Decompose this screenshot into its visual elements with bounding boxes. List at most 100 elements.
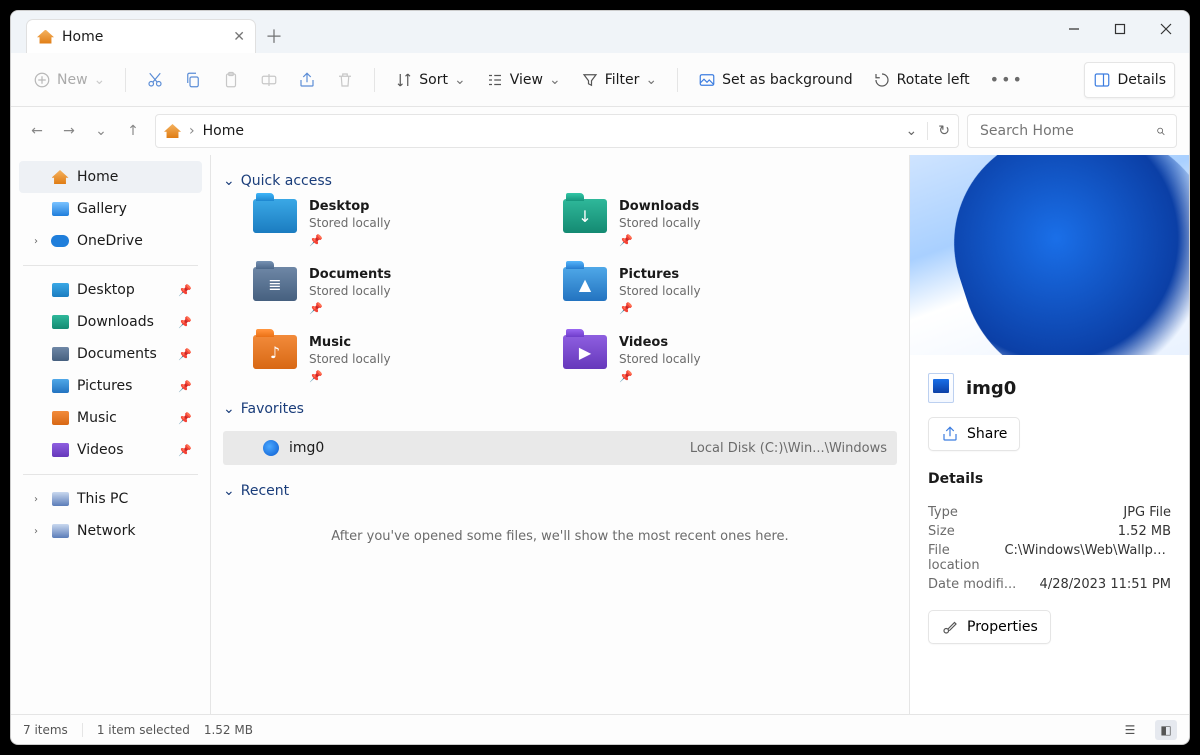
sidebar-item-label: Documents xyxy=(77,346,157,362)
cut-button[interactable] xyxy=(138,62,172,98)
favorite-item-img0[interactable]: img0 Local Disk (C:)\Win...\Windows xyxy=(223,431,897,465)
qa-sub: Stored locally xyxy=(619,216,701,230)
qa-sub: Stored locally xyxy=(309,352,391,366)
detail-type: TypeJPG File xyxy=(928,505,1171,520)
delete-button[interactable] xyxy=(328,62,362,98)
pin-icon: 📌 xyxy=(309,370,391,383)
sidebar-item-home[interactable]: Home xyxy=(19,161,202,193)
details-toggle-label: Details xyxy=(1117,72,1166,88)
folder-icon: ▲ xyxy=(563,267,607,301)
rename-button[interactable] xyxy=(252,62,286,98)
pin-icon: 📌 xyxy=(178,316,192,329)
sidebar-item-onedrive[interactable]: ›OneDrive xyxy=(19,225,202,257)
new-label: New xyxy=(57,72,88,88)
home-icon xyxy=(37,30,54,44)
up-button[interactable]: ↑ xyxy=(119,117,147,145)
view-button[interactable]: View⌄ xyxy=(478,62,569,98)
sidebar-item-downloads[interactable]: Downloads 📌 xyxy=(19,306,202,338)
address-bar[interactable]: › Home ⌄ ↻ xyxy=(155,114,959,148)
copy-button[interactable] xyxy=(176,62,210,98)
share-button[interactable]: Share xyxy=(928,417,1020,451)
sort-button[interactable]: Sort⌄ xyxy=(387,62,473,98)
favorite-name: img0 xyxy=(289,440,324,456)
preview-image xyxy=(910,155,1189,355)
sidebar-item-videos[interactable]: Videos📌 xyxy=(19,434,202,466)
pin-icon: 📌 xyxy=(619,234,701,247)
search-input[interactable] xyxy=(978,122,1156,140)
search-box[interactable] xyxy=(967,114,1177,148)
favorite-location: Local Disk (C:)\Win...\Windows xyxy=(690,441,887,456)
breadcrumb-home[interactable]: Home xyxy=(203,123,244,139)
view-label: View xyxy=(510,72,543,88)
detail-date-modified: Date modifi...4/28/2023 11:51 PM xyxy=(928,577,1171,592)
new-button[interactable]: New⌄ xyxy=(25,62,113,98)
titlebar: Home ✕ ＋ xyxy=(11,11,1189,53)
pin-icon: 📌 xyxy=(178,412,192,425)
preview-filename: img0 xyxy=(966,378,1016,399)
folder-icon: ▶ xyxy=(563,335,607,369)
qa-name: Pictures xyxy=(619,267,701,282)
pin-icon: 📌 xyxy=(309,302,391,315)
pin-icon: 📌 xyxy=(309,234,391,247)
view-details-icon[interactable]: ◧ xyxy=(1155,720,1177,740)
forward-button[interactable]: → xyxy=(55,117,83,145)
close-tab-icon[interactable]: ✕ xyxy=(233,29,245,45)
qa-name: Downloads xyxy=(619,199,701,214)
sidebar-item-network[interactable]: ›Network xyxy=(19,515,202,547)
recent-empty-message: After you've opened some files, we'll sh… xyxy=(223,509,897,564)
detail-location: File locationC:\Windows\Web\Wallpa... xyxy=(928,543,1171,573)
address-dropdown-icon[interactable]: ⌄ xyxy=(906,123,918,139)
qa-name: Videos xyxy=(619,335,701,350)
pin-icon: 📌 xyxy=(619,302,701,315)
paste-button[interactable] xyxy=(214,62,248,98)
file-thumbnail-icon xyxy=(928,373,954,403)
sidebar: Home Gallery ›OneDrive Desktop📌 Download… xyxy=(11,155,211,714)
sidebar-item-gallery[interactable]: Gallery xyxy=(19,193,202,225)
sidebar-item-label: Pictures xyxy=(77,378,132,394)
set-background-button[interactable]: Set as background xyxy=(690,62,861,98)
qa-documents[interactable]: ≣DocumentsStored locally📌 xyxy=(253,267,533,315)
file-explorer-window: Home ✕ ＋ New⌄ Sort⌄ View⌄ Filter⌄ Set as… xyxy=(10,10,1190,745)
minimize-button[interactable] xyxy=(1051,11,1097,47)
rotate-left-button[interactable]: Rotate left xyxy=(865,62,978,98)
maximize-button[interactable] xyxy=(1097,11,1143,47)
section-title: Recent xyxy=(241,483,289,499)
qa-downloads[interactable]: ↓ Downloads Stored locally 📌 xyxy=(563,199,843,247)
back-button[interactable]: ← xyxy=(23,117,51,145)
history-dropdown[interactable]: ⌄ xyxy=(87,117,115,145)
qa-pictures[interactable]: ▲PicturesStored locally📌 xyxy=(563,267,843,315)
qa-sub: Stored locally xyxy=(619,352,701,366)
section-title: Quick access xyxy=(241,173,332,189)
qa-name: Documents xyxy=(309,267,391,282)
filter-button[interactable]: Filter⌄ xyxy=(573,62,665,98)
share-button[interactable] xyxy=(290,62,324,98)
new-tab-button[interactable]: ＋ xyxy=(256,19,292,53)
close-window-button[interactable] xyxy=(1143,11,1189,47)
qa-videos[interactable]: ▶VideosStored locally📌 xyxy=(563,335,843,383)
sidebar-item-music[interactable]: Music📌 xyxy=(19,402,202,434)
tab-title: Home xyxy=(62,29,103,45)
view-list-icon[interactable]: ☰ xyxy=(1119,720,1141,740)
details-pane-toggle[interactable]: Details xyxy=(1084,62,1175,98)
sidebar-item-pictures[interactable]: Pictures📌 xyxy=(19,370,202,402)
sidebar-item-this-pc[interactable]: ›This PC xyxy=(19,483,202,515)
filter-label: Filter xyxy=(605,72,640,88)
sidebar-item-label: Downloads xyxy=(77,314,154,330)
qa-desktop[interactable]: DesktopStored locally📌 xyxy=(253,199,533,247)
recent-header[interactable]: ⌄Recent xyxy=(223,483,897,499)
section-title: Favorites xyxy=(241,401,304,417)
sidebar-item-label: Home xyxy=(77,169,118,185)
sidebar-item-documents[interactable]: Documents📌 xyxy=(19,338,202,370)
tab-home[interactable]: Home ✕ xyxy=(26,19,256,53)
qa-music[interactable]: ♪MusicStored locally📌 xyxy=(253,335,533,383)
sidebar-item-desktop[interactable]: Desktop📌 xyxy=(19,274,202,306)
qa-sub: Stored locally xyxy=(309,216,391,230)
quick-access-header[interactable]: ⌄Quick access xyxy=(223,173,897,189)
detail-size: Size1.52 MB xyxy=(928,524,1171,539)
folder-icon: ↓ xyxy=(563,199,607,233)
refresh-button[interactable]: ↻ xyxy=(938,123,950,139)
more-button[interactable]: ••• xyxy=(982,62,1032,98)
properties-button[interactable]: Properties xyxy=(928,610,1051,644)
favorites-header[interactable]: ⌄Favorites xyxy=(223,401,897,417)
set-bg-label: Set as background xyxy=(722,72,853,88)
